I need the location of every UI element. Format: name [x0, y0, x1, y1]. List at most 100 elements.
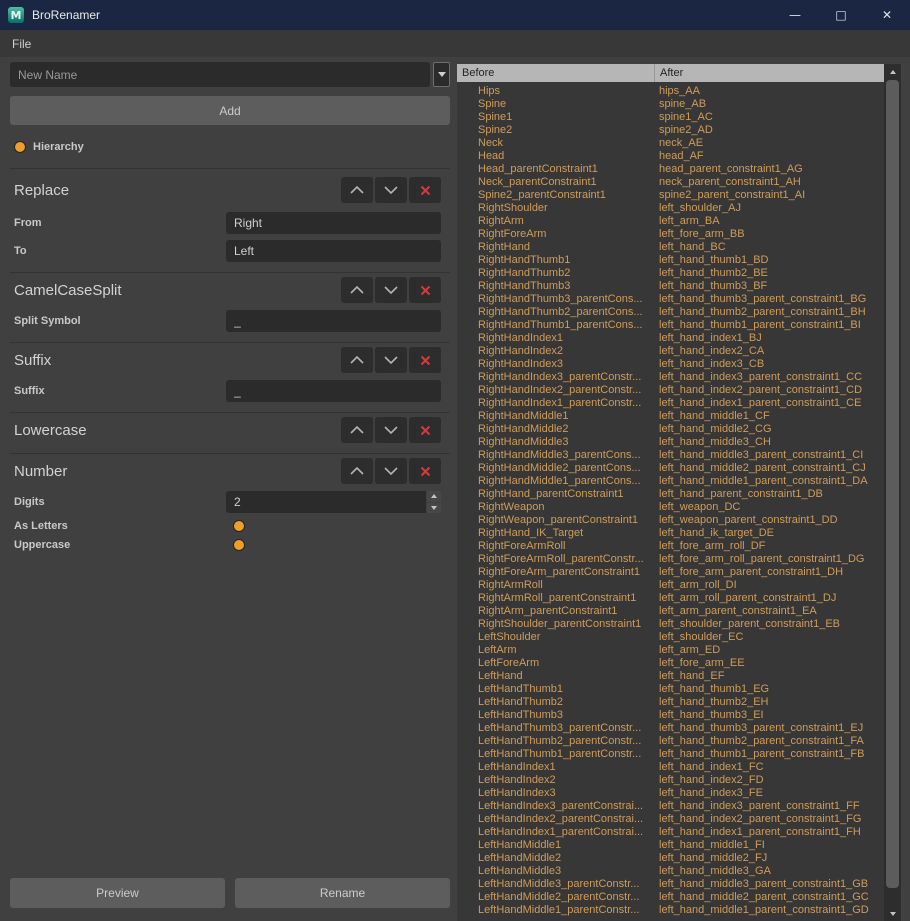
maximize-button[interactable]: □	[818, 0, 864, 30]
move-down-button[interactable]	[375, 458, 407, 484]
table-row[interactable]: LeftHandThumb2_parentConstr... left_hand_…	[457, 735, 884, 748]
table-row[interactable]: RightHand_parentConstraint1 left_hand_par…	[457, 488, 884, 501]
move-down-button[interactable]	[375, 177, 407, 203]
table-row[interactable]: RightHandIndex1 left_hand_index1_BJ	[457, 332, 884, 345]
table-row[interactable]: LeftForeArm left_fore_arm_EE	[457, 657, 884, 670]
table-row[interactable]: Spine2_parentConstraint1 spine2_parent_co…	[457, 189, 884, 202]
table-row[interactable]: Head_parentConstraint1 head_parent_constr…	[457, 163, 884, 176]
move-up-button[interactable]	[341, 177, 373, 203]
table-row[interactable]: LeftHandMiddle3 left_hand_middle3_GA	[457, 865, 884, 878]
table-row[interactable]: RightHandIndex2 left_hand_index2_CA	[457, 345, 884, 358]
delete-section-button[interactable]	[409, 458, 441, 484]
rename-button[interactable]: Rename	[235, 878, 450, 908]
table-row[interactable]: RightHandThumb3 left_hand_thumb3_BF	[457, 280, 884, 293]
split-symbol-input[interactable]	[226, 310, 441, 332]
table-row[interactable]: RightHandMiddle2_parentCons... left_hand_…	[457, 462, 884, 475]
as-letters-checkbox[interactable]	[233, 520, 245, 532]
table-row[interactable]: RightHandIndex3_parentConstr... left_hand…	[457, 371, 884, 384]
move-up-button[interactable]	[341, 347, 373, 373]
table-row[interactable]: LeftHandMiddle1_parentConstr... left_hand…	[457, 904, 884, 917]
table-row[interactable]: RightHandThumb3_parentCons... left_hand_t…	[457, 293, 884, 306]
table-row[interactable]: RightHandMiddle2 left_hand_middle2_CG	[457, 423, 884, 436]
table-row[interactable]: LeftHandThumb1_parentConstr... left_hand_…	[457, 748, 884, 761]
column-header-after[interactable]: After	[655, 64, 884, 82]
table-row[interactable]: RightArmRoll left_arm_roll_DI	[457, 579, 884, 592]
table-row[interactable]: RightShoulder_parentConstraint1 left_shou…	[457, 618, 884, 631]
spin-down-button[interactable]	[427, 502, 441, 513]
table-row[interactable]: RightHandMiddle3_parentCons... left_hand_…	[457, 449, 884, 462]
to-input[interactable]	[226, 240, 441, 262]
table-row[interactable]: RightHandIndex3 left_hand_index3_CB	[457, 358, 884, 371]
table-row[interactable]: LeftHandThumb3_parentConstr... left_hand_…	[457, 722, 884, 735]
table-row[interactable]: RightForeArmRoll left_fore_arm_roll_DF	[457, 540, 884, 553]
delete-section-button[interactable]	[409, 347, 441, 373]
table-row[interactable]: LeftHandMiddle1 left_hand_middle1_FI	[457, 839, 884, 852]
hierarchy-checkbox[interactable]	[14, 141, 26, 153]
digits-input[interactable]	[226, 491, 426, 513]
table-row[interactable]: RightHandThumb1 left_hand_thumb1_BD	[457, 254, 884, 267]
vertical-scrollbar[interactable]	[884, 64, 901, 921]
table-row[interactable]: RightHandThumb2 left_hand_thumb2_BE	[457, 267, 884, 280]
table-row[interactable]: RightForeArm left_fore_arm_BB	[457, 228, 884, 241]
move-up-button[interactable]	[341, 417, 373, 443]
table-row[interactable]: LeftHandMiddle3_parentConstr... left_hand…	[457, 878, 884, 891]
from-input[interactable]	[226, 212, 441, 234]
table-row[interactable]: LeftHandMiddle2_parentConstr... left_hand…	[457, 891, 884, 904]
table-row[interactable]: RightHandThumb2_parentCons... left_hand_t…	[457, 306, 884, 319]
scrollbar-handle[interactable]	[886, 80, 899, 888]
move-down-button[interactable]	[375, 417, 407, 443]
table-row[interactable]: RightShoulder left_shoulder_AJ	[457, 202, 884, 215]
table-row[interactable]: RightHandMiddle1 left_hand_middle1_CF	[457, 410, 884, 423]
table-row[interactable]: RightArm left_arm_BA	[457, 215, 884, 228]
table-row[interactable]: LeftHandThumb3 left_hand_thumb3_EI	[457, 709, 884, 722]
new-name-dropdown-button[interactable]	[433, 62, 450, 87]
delete-section-button[interactable]	[409, 177, 441, 203]
preview-button[interactable]: Preview	[10, 878, 225, 908]
close-button[interactable]: ✕	[864, 0, 910, 30]
move-down-button[interactable]	[375, 277, 407, 303]
table-row[interactable]: Spine2 spine2_AD	[457, 124, 884, 137]
menu-file[interactable]: File	[0, 30, 43, 57]
table-row[interactable]: LeftHandMiddle2 left_hand_middle2_FJ	[457, 852, 884, 865]
column-header-before[interactable]: Before	[457, 64, 655, 82]
table-row[interactable]: RightHand left_hand_BC	[457, 241, 884, 254]
move-down-button[interactable]	[375, 347, 407, 373]
table-row[interactable]: RightForeArm_parentConstraint1 left_fore_…	[457, 566, 884, 579]
table-row[interactable]: Spine spine_AB	[457, 98, 884, 111]
minimize-button[interactable]: —	[772, 0, 818, 30]
table-row[interactable]: LeftHandIndex3_parentConstrai... left_han…	[457, 800, 884, 813]
scroll-down-button[interactable]	[884, 906, 901, 921]
table-row[interactable]: Neck_parentConstraint1 neck_parent_constr…	[457, 176, 884, 189]
table-row[interactable]: LeftArm left_arm_ED	[457, 644, 884, 657]
table-row[interactable]: LeftHandIndex1_parentConstrai... left_han…	[457, 826, 884, 839]
table-row[interactable]: LeftHandIndex2 left_hand_index2_FD	[457, 774, 884, 787]
table-row[interactable]: Head head_AF	[457, 150, 884, 163]
table-row[interactable]: LeftHandIndex2_parentConstrai... left_han…	[457, 813, 884, 826]
table-row[interactable]: Spine1 spine1_AC	[457, 111, 884, 124]
table-row[interactable]: RightHandIndex1_parentConstr... left_hand…	[457, 397, 884, 410]
table-row[interactable]: RightWeapon left_weapon_DC	[457, 501, 884, 514]
move-up-button[interactable]	[341, 458, 373, 484]
spin-up-button[interactable]	[427, 491, 441, 502]
new-name-input[interactable]	[10, 62, 430, 87]
table-row[interactable]: RightArmRoll_parentConstraint1 left_arm_r…	[457, 592, 884, 605]
table-row[interactable]: LeftHand left_hand_EF	[457, 670, 884, 683]
delete-section-button[interactable]	[409, 417, 441, 443]
table-row[interactable]: LeftHandIndex3 left_hand_index3_FE	[457, 787, 884, 800]
table-row[interactable]: RightHandThumb1_parentCons... left_hand_t…	[457, 319, 884, 332]
table-row[interactable]: Neck neck_AE	[457, 137, 884, 150]
table-row[interactable]: LeftShoulder left_shoulder_EC	[457, 631, 884, 644]
table-row[interactable]: RightHand_IK_Target left_hand_ik_target_D…	[457, 527, 884, 540]
table-row[interactable]: Hips hips_AA	[457, 85, 884, 98]
table-row[interactable]: RightArm_parentConstraint1 left_arm_paren…	[457, 605, 884, 618]
delete-section-button[interactable]	[409, 277, 441, 303]
table-row[interactable]: RightWeapon_parentConstraint1 left_weapon…	[457, 514, 884, 527]
suffix-input[interactable]	[226, 380, 441, 402]
table-row[interactable]: RightHandMiddle3 left_hand_middle3_CH	[457, 436, 884, 449]
table-row[interactable]: RightHandIndex2_parentConstr... left_hand…	[457, 384, 884, 397]
uppercase-checkbox[interactable]	[233, 539, 245, 551]
table-row[interactable]: LeftHandIndex1 left_hand_index1_FC	[457, 761, 884, 774]
table-row[interactable]: LeftHandThumb2 left_hand_thumb2_EH	[457, 696, 884, 709]
scroll-up-button[interactable]	[884, 64, 901, 79]
table-row[interactable]: RightForeArmRoll_parentConstr... left_for…	[457, 553, 884, 566]
